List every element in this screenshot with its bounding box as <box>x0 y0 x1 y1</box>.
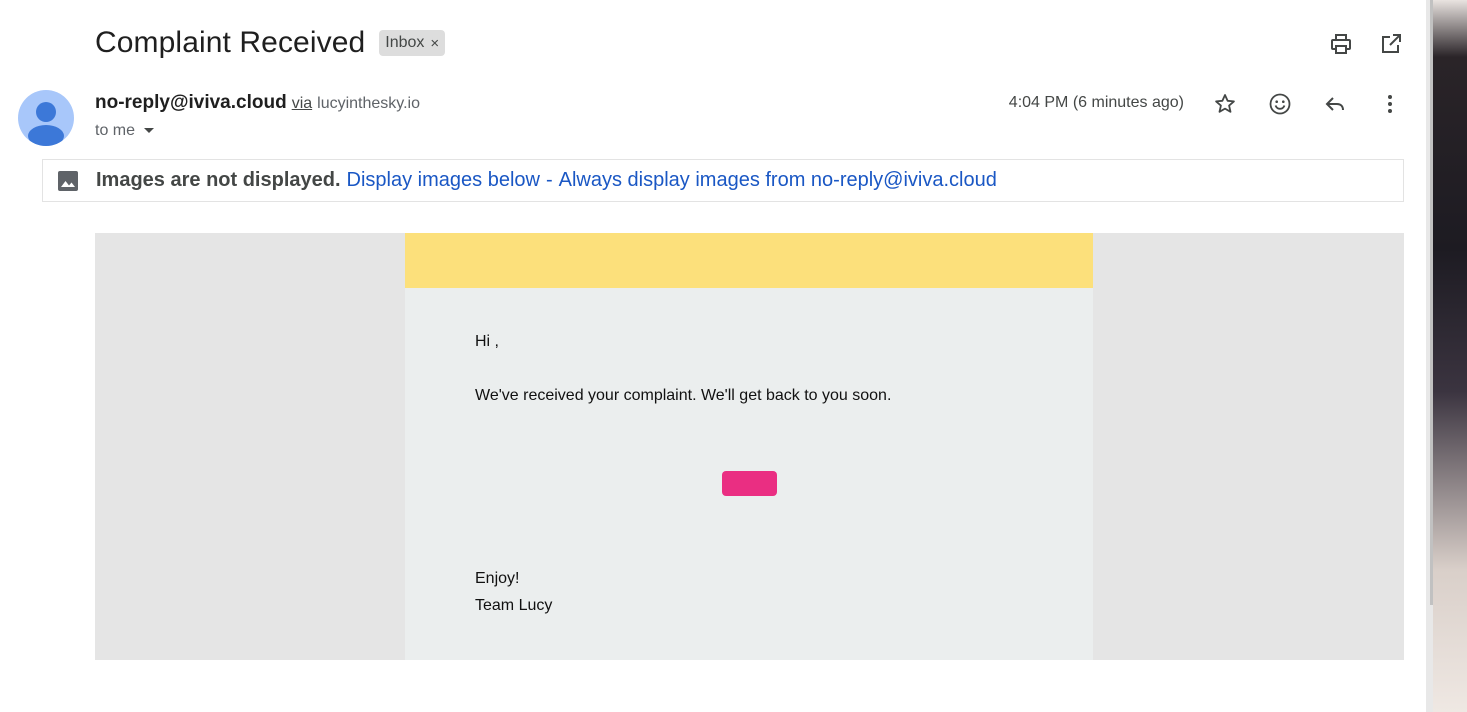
subject-row: Complaint Received Inbox × <box>95 26 446 60</box>
email-signature: Team Lucy <box>475 597 553 614</box>
label-text: Inbox <box>385 34 425 51</box>
sender-name[interactable]: no-reply@iviva.cloud <box>95 92 287 114</box>
via-link[interactable]: via <box>292 95 312 113</box>
reply-icon[interactable] <box>1321 90 1349 118</box>
open-in-new-window-icon[interactable] <box>1377 30 1405 58</box>
recipient-line[interactable]: to me <box>95 122 155 140</box>
sender-avatar[interactable] <box>18 90 74 146</box>
star-icon[interactable] <box>1211 90 1239 118</box>
more-vertical-icon[interactable] <box>1376 90 1404 118</box>
email-subject: Complaint Received <box>95 26 366 59</box>
email-cta-button[interactable] <box>722 471 777 496</box>
image-icon <box>56 169 80 193</box>
email-greeting: Hi , <box>475 333 499 350</box>
side-panel-photo <box>1433 0 1467 712</box>
images-blocked-banner: Images are not displayed. Display images… <box>42 159 1404 202</box>
message-actions <box>1211 90 1404 118</box>
email-signoff: Enjoy! <box>475 570 520 587</box>
display-images-below-link[interactable]: Display images below <box>347 169 540 192</box>
inbox-label-chip[interactable]: Inbox × <box>379 30 446 56</box>
always-display-images-link[interactable]: Always display images from no-reply@iviv… <box>559 169 997 192</box>
emoji-reaction-icon[interactable] <box>1266 90 1294 118</box>
caret-down-icon[interactable] <box>143 122 155 140</box>
remove-label-button[interactable]: × <box>430 35 439 52</box>
email-message: We've received your complaint. We'll get… <box>475 387 892 404</box>
banner-separator: - <box>545 169 553 191</box>
thread-actions <box>1327 30 1405 58</box>
sender-line: no-reply@iviva.cloud via lucyinthesky.io <box>95 92 420 114</box>
via-domain: lucyinthesky.io <box>317 95 420 112</box>
email-view: Complaint Received Inbox × no-reply@iviv… <box>0 0 1467 712</box>
email-content-card: Hi , We've received your complaint. We'l… <box>405 233 1093 660</box>
recipient-text: to me <box>95 122 136 139</box>
email-body-canvas: Hi , We've received your complaint. We'l… <box>95 233 1404 660</box>
email-header-bar <box>405 233 1093 288</box>
email-timestamp: 4:04 PM (6 minutes ago) <box>1008 94 1184 111</box>
print-icon[interactable] <box>1327 30 1355 58</box>
images-notice-text: Images are not displayed. <box>96 169 341 191</box>
